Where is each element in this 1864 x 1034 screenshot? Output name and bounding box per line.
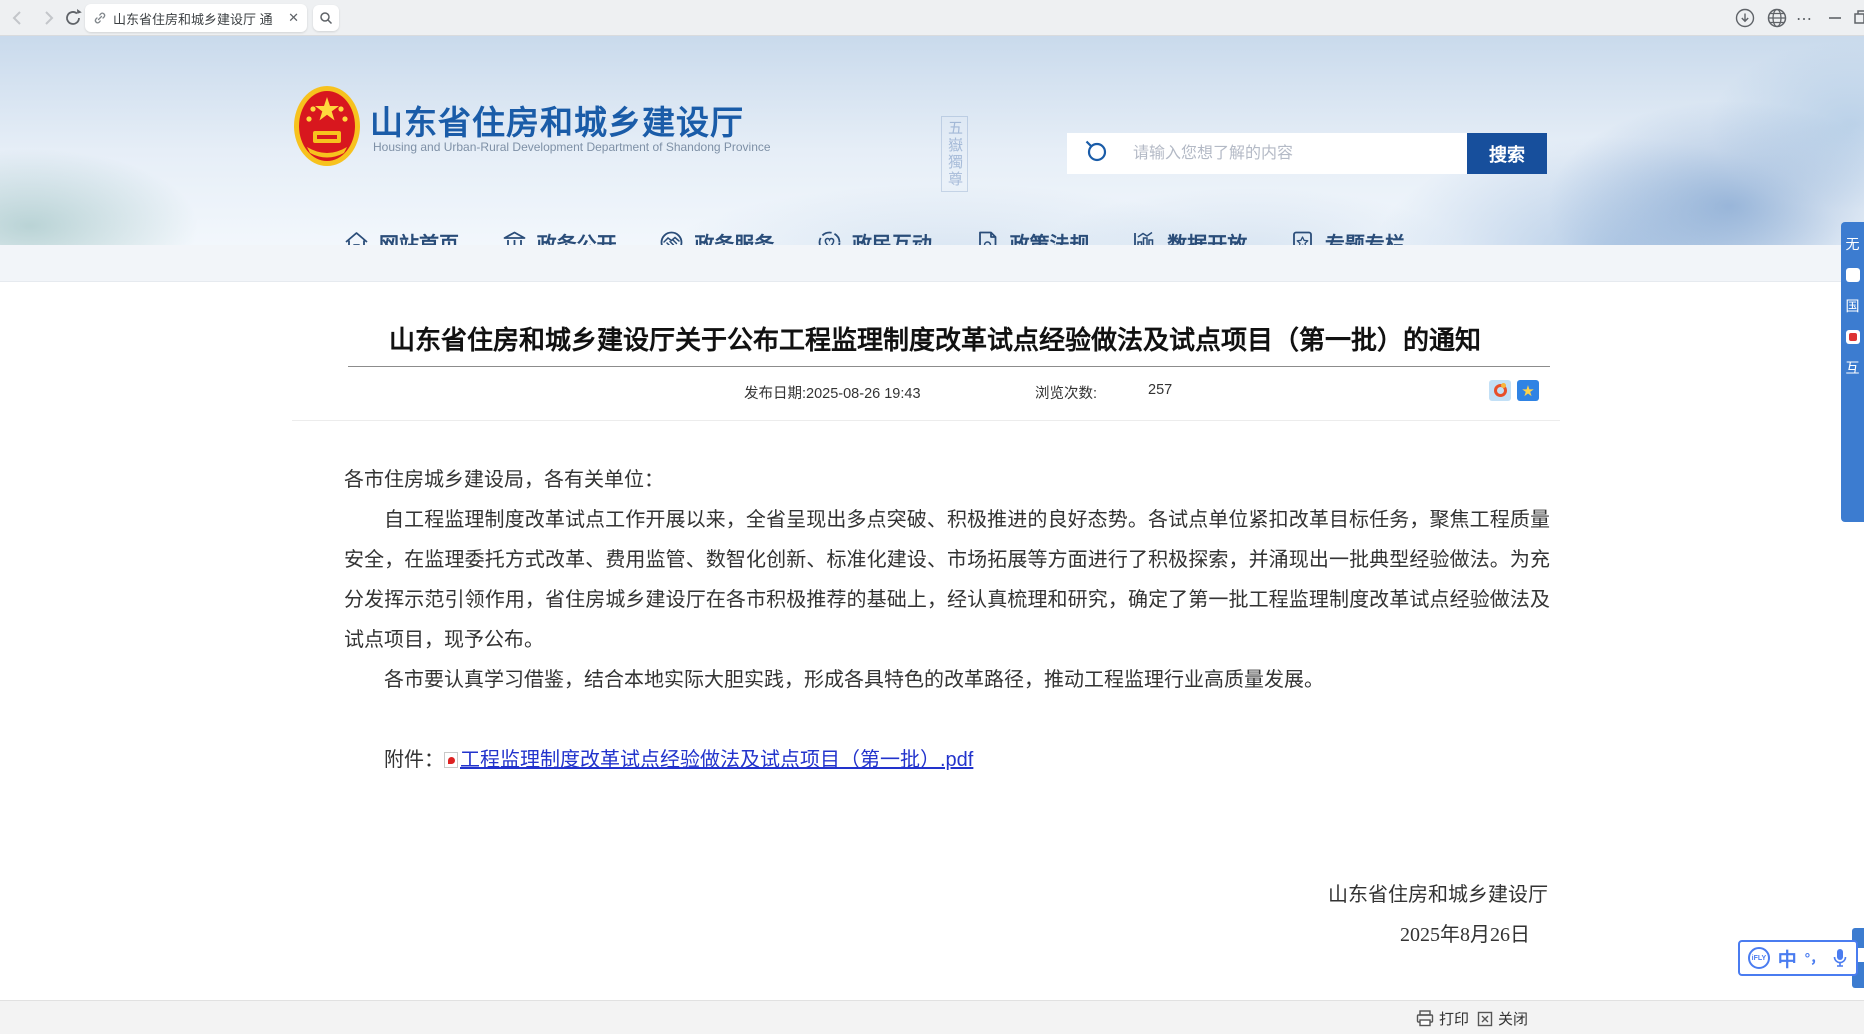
- paragraph-1: 自工程监理制度改革试点工作开展以来，全省呈现出多点突破、积极推进的良好态势。各试…: [344, 500, 1550, 660]
- article-content: 山东省住房和城乡建设厅关于公布工程监理制度改革试点经验做法及试点项目（第一批）的…: [0, 282, 1864, 1000]
- salutation: 各市住房城乡建设局，各有关单位：: [344, 460, 1550, 500]
- ime-mode-toggle[interactable]: 中: [1778, 945, 1797, 972]
- close-icon: [1477, 1011, 1493, 1027]
- browser-chrome: 山东省住房和城乡建设厅 通知 ✕ ⋯: [0, 0, 1864, 36]
- attachment-label: 附件：: [384, 749, 444, 771]
- side-widget-label-2[interactable]: 国: [1846, 298, 1860, 314]
- meta-divider: [292, 420, 1560, 421]
- ime-mic-icon[interactable]: [1832, 948, 1848, 968]
- search-button[interactable]: 搜索: [1467, 133, 1547, 174]
- pdf-icon: [444, 752, 458, 768]
- attachment-link[interactable]: 工程监理制度改革试点经验做法及试点项目（第一批）.pdf: [460, 749, 973, 771]
- browser-window: 山东省住房和城乡建设厅 通知 ✕ ⋯ 五嶽獨尊: [0, 0, 1864, 1034]
- side-widget-icon-1[interactable]: [1846, 268, 1860, 282]
- page-bottom-bar: 打印 关闭: [0, 1000, 1864, 1034]
- ime-punctuation-toggle[interactable]: °，: [1805, 948, 1825, 968]
- forward-icon[interactable]: [38, 8, 58, 28]
- site-search: 搜索: [1067, 133, 1547, 174]
- share-qzone-icon[interactable]: ★: [1517, 380, 1539, 401]
- signature-date: 2025年8月26日: [1400, 918, 1530, 947]
- ime-brand-icon[interactable]: iFLY: [1748, 947, 1770, 969]
- close-button[interactable]: 关闭: [1477, 1008, 1528, 1029]
- publish-date: 发布日期:2025-08-26 19:43: [744, 382, 921, 403]
- refresh-icon[interactable]: [62, 7, 84, 29]
- side-widget-label-1[interactable]: 无: [1846, 236, 1860, 252]
- address-tab[interactable]: 山东省住房和城乡建设厅 通知 ✕: [85, 4, 307, 32]
- new-tab-search-icon[interactable]: [313, 5, 339, 31]
- views-label: 浏览次数:: [1035, 382, 1097, 403]
- side-widget-label-3[interactable]: 互: [1846, 360, 1860, 376]
- accessibility-side-widget[interactable]: 无 国 互: [1841, 222, 1864, 522]
- minimize-icon[interactable]: [1824, 6, 1846, 28]
- search-input[interactable]: [1131, 144, 1461, 164]
- national-emblem-logo: [293, 85, 361, 167]
- side-widget-icon-2[interactable]: [1846, 330, 1860, 344]
- tab-title: 山东省住房和城乡建设厅 通知: [113, 9, 273, 28]
- site-subtitle: Housing and Urban-Rural Development Depa…: [373, 140, 771, 154]
- print-icon: [1416, 1010, 1434, 1027]
- title-divider: [348, 366, 1550, 367]
- search-icon: [1083, 138, 1109, 169]
- paragraph-2: 各市要认真学习借鉴，结合本地实际大胆实践，形成各具特色的改革路径，推动工程监理行…: [344, 660, 1550, 700]
- signature-organization: 山东省住房和城乡建设厅: [1328, 878, 1548, 907]
- menu-dots-icon[interactable]: ⋯: [1796, 9, 1813, 29]
- article-title: 山东省住房和城乡建设厅关于公布工程监理制度改革试点经验做法及试点项目（第一批）的…: [310, 320, 1560, 357]
- search-input-wrap: [1067, 133, 1467, 174]
- tab-close-icon[interactable]: ✕: [288, 10, 299, 26]
- restore-window-icon[interactable]: [1850, 6, 1864, 28]
- share-weibo-icon[interactable]: [1489, 380, 1511, 401]
- article-body: 各市住房城乡建设局，各有关单位： 自工程监理制度改革试点工作开展以来，全省呈现出…: [344, 460, 1550, 780]
- views-count: 257: [1148, 382, 1172, 398]
- link-icon: [93, 11, 107, 25]
- ime-toolbar: iFLY 中 °，: [1738, 940, 1858, 976]
- breadcrumb-bar: 首页 > 政务公开 > 法定主动公开内容 > 业务动态 > 通知公告: [0, 245, 1864, 282]
- download-icon[interactable]: [1734, 7, 1756, 29]
- back-icon[interactable]: [8, 8, 28, 28]
- globe-icon[interactable]: [1766, 7, 1788, 29]
- site-title: 山东省住房和城乡建设厅: [370, 96, 744, 144]
- print-button[interactable]: 打印: [1416, 1008, 1469, 1029]
- attachment-line: 附件： 工程监理制度改革试点经验做法及试点项目（第一批）.pdf: [344, 740, 1550, 780]
- mountain-stamp-watermark: 五嶽獨尊: [941, 116, 968, 192]
- site-header: 五嶽獨尊 山东省住房和城乡建设厅 Housing and Urban-Rural…: [0, 36, 1864, 245]
